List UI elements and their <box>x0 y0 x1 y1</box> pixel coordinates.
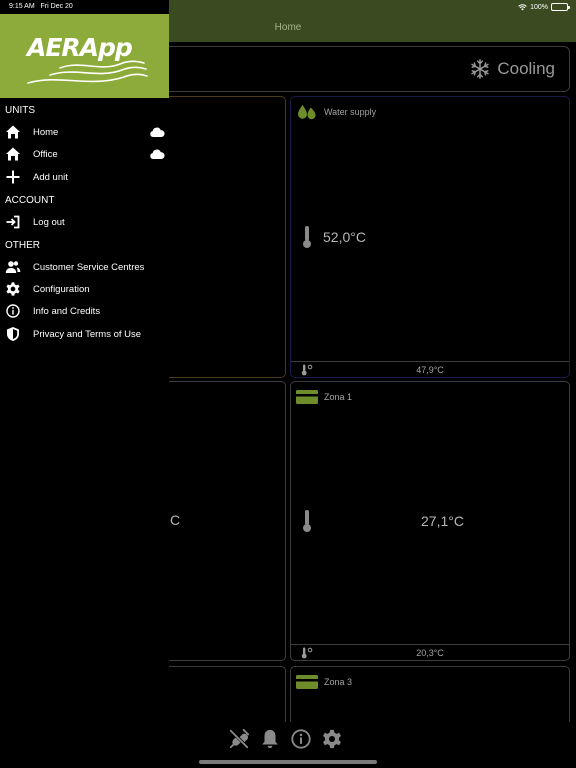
unit-label: Home <box>33 127 59 138</box>
bell-icon[interactable] <box>259 728 281 750</box>
section-account: ACCOUNT <box>5 195 55 206</box>
unit-item-home[interactable]: Home <box>0 122 169 142</box>
card-header: Zona 3 <box>295 673 352 691</box>
setpoint-value: 47,9°C <box>416 365 444 375</box>
snowflake-icon <box>471 59 490 79</box>
card-temperature: 52,0°C <box>301 225 569 249</box>
thermometer-icon <box>303 226 311 248</box>
card-header: Water supply <box>295 103 376 121</box>
mode-label: Cooling <box>497 59 555 78</box>
battery-icon <box>551 3 570 11</box>
thermometer-icon <box>303 510 311 532</box>
cloud-icon <box>150 149 165 159</box>
mode-indicator[interactable]: Cooling <box>469 58 555 80</box>
wifi-icon <box>518 3 527 10</box>
card-footer: 47,9°C <box>291 361 569 377</box>
customer-service-item[interactable]: Customer Service Centres <box>0 257 169 277</box>
temperature-value: 52,0°C <box>323 229 366 245</box>
gear-icon <box>6 282 20 296</box>
water-drops-icon <box>298 104 316 120</box>
card-footer: 20,3°C <box>291 644 569 660</box>
card-title: Zona 3 <box>324 677 353 687</box>
card-header: Zona 1 <box>295 388 352 406</box>
battery-percent: 100% <box>530 3 548 11</box>
status-right: 100% <box>518 3 570 11</box>
setpoint-value: 20,3°C <box>416 648 444 658</box>
configuration-label: Configuration <box>33 284 90 295</box>
customer-service-label: Customer Service Centres <box>33 262 145 273</box>
privacy-terms-item[interactable]: Privacy and Terms of Use <box>0 324 169 344</box>
logout-icon <box>6 215 20 229</box>
zona-3-card[interactable]: Zona 3 <box>290 666 570 726</box>
home-indicator[interactable] <box>199 760 377 764</box>
gear-icon[interactable] <box>321 728 343 750</box>
home-icon <box>6 125 20 139</box>
info-credits-item[interactable]: Info and Credits <box>0 301 169 321</box>
logout-label: Log out <box>33 217 65 228</box>
section-units: UNITS <box>5 105 35 116</box>
info-credits-label: Info and Credits <box>33 306 101 317</box>
app-logo: AERApp <box>0 14 169 98</box>
home-icon <box>6 147 20 161</box>
unit-item-office[interactable]: Office <box>0 144 169 164</box>
status-time-date: 9:15 AM Fri Dec 20 <box>9 3 73 10</box>
logout-item[interactable]: Log out <box>0 212 169 232</box>
mode-panel[interactable]: Cooling <box>150 46 570 92</box>
plus-icon <box>6 170 20 184</box>
status-bar: 9:15 AM Fri Dec 20 100% <box>0 0 576 14</box>
unit-card-left-bottom[interactable] <box>150 666 286 726</box>
thermostat-panel-icon <box>296 675 318 689</box>
temperature-value: 27,1°C <box>421 513 464 529</box>
section-other: OTHER <box>5 240 40 251</box>
unit-label: Office <box>33 149 58 160</box>
configuration-item[interactable]: Configuration <box>0 279 169 299</box>
logo-waves <box>27 60 148 84</box>
privacy-terms-label: Privacy and Terms of Use <box>33 329 142 340</box>
water-supply-card[interactable]: Water supply 52,0°C 47,9°C <box>290 96 570 378</box>
left-card-temp-fragment: C <box>170 512 181 528</box>
thermostat-panel-icon <box>296 390 318 404</box>
shield-icon <box>7 327 19 341</box>
info-icon[interactable] <box>290 728 312 750</box>
unit-card-left-top[interactable] <box>150 96 286 378</box>
add-unit-item[interactable]: Add unit <box>0 167 169 187</box>
add-unit-label: Add unit <box>33 172 68 183</box>
side-drawer: AERApp UNITS Home Office Add unit ACCOUN… <box>0 0 169 768</box>
card-temperature: 27,1°C <box>301 509 569 533</box>
card-title: Water supply <box>324 107 377 117</box>
plug-disconnected-icon[interactable] <box>228 728 250 750</box>
zona-1-card[interactable]: Zona 1 27,1°C 20,3°C <box>290 381 570 661</box>
card-title: Zona 1 <box>324 392 353 402</box>
info-icon <box>6 304 20 318</box>
cloud-icon <box>150 127 165 137</box>
people-icon <box>5 261 21 273</box>
